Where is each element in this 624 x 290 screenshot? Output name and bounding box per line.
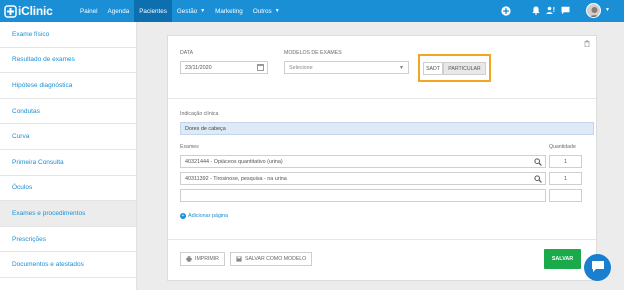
- sidebar-item-label: Hipótese diagnóstica: [12, 81, 73, 89]
- print-label: IMPRIMIR: [195, 256, 219, 262]
- nav-agenda[interactable]: Agenda: [103, 0, 135, 22]
- sidebar-item-label: Curva: [12, 133, 30, 141]
- toggle-sadt[interactable]: SADT: [423, 62, 443, 75]
- toggle-label: PARTICULAR: [448, 65, 481, 72]
- sidebar-item-label: Condutas: [12, 107, 40, 115]
- toggle-label: SADT: [426, 65, 440, 72]
- exam-input[interactable]: [180, 189, 546, 202]
- exam-request-card: DATA 23/11/2020 MODELOS DE EXAMES Seleci…: [167, 35, 597, 281]
- sidebar-item-oculos[interactable]: Óculos: [0, 176, 136, 202]
- user-alert-icon[interactable]: [545, 5, 556, 16]
- exam-input[interactable]: 40311392 - Tirosinose, pesquisa - na uri…: [180, 172, 546, 185]
- quantity-field[interactable]: 1: [549, 155, 582, 168]
- chevron-down-icon: ▼: [274, 8, 280, 14]
- add-circle-icon: +: [180, 213, 186, 219]
- logo[interactable]: iClinic: [4, 4, 53, 18]
- clinical-indication-field[interactable]: Dores de cabeça: [180, 122, 594, 135]
- logo-text: iClinic: [18, 4, 53, 18]
- chevron-down-icon[interactable]: ▼: [605, 7, 610, 13]
- quantity-field[interactable]: [549, 189, 582, 202]
- sidebar-item-documentos-e-atestados[interactable]: Documentos e atestados: [0, 252, 136, 278]
- save-button[interactable]: SALVAR: [544, 249, 581, 269]
- date-field[interactable]: 23/11/2020: [180, 61, 268, 74]
- exam-value: 40311392 - Tirosinose, pesquisa - na uri…: [185, 175, 287, 182]
- sidebar-item-primeira-consulta[interactable]: Primeira Consulta: [0, 150, 136, 176]
- sidebar-item-label: Exames e procedimentos: [12, 209, 86, 217]
- sidebar-item-prescricoes[interactable]: Prescrições: [0, 227, 136, 253]
- nav-label: Pacientes: [139, 7, 167, 15]
- toggle-particular[interactable]: PARTICULAR: [443, 62, 486, 75]
- exam-input[interactable]: 40321444 - Opiáceos quantitativo (urina): [180, 155, 546, 168]
- sidebar-item-label: Óculos: [12, 184, 33, 192]
- sidebar-item-curva[interactable]: Curva: [0, 124, 136, 150]
- search-icon[interactable]: [534, 175, 542, 183]
- save-as-model-label: SALVAR COMO MODELO: [245, 256, 307, 262]
- exams-label: Exames: [180, 144, 199, 150]
- quantity-label: Quantidade: [549, 144, 576, 150]
- quantity-value: 1: [564, 158, 567, 165]
- chat-icon[interactable]: [560, 5, 571, 16]
- logo-icon: [4, 4, 17, 18]
- sidebar-item-label: Prescrições: [12, 235, 46, 243]
- nav-label: Outros: [252, 7, 272, 15]
- sidebar-item-label: Documentos e atestados: [12, 261, 84, 269]
- add-page-label: Adicionar página: [188, 213, 229, 219]
- sidebar-item-label: Resultado de exames: [12, 56, 75, 64]
- nav-gestao[interactable]: Gestão ▼: [172, 0, 210, 22]
- nav-painel[interactable]: Painel: [75, 0, 103, 22]
- nav-label: Painel: [80, 7, 98, 15]
- add-icon[interactable]: [500, 5, 511, 16]
- date-value: 23/11/2020: [185, 64, 212, 71]
- sidebar-item-exame-fisico[interactable]: Exame físico: [0, 22, 136, 48]
- sidebar: Exame físico Resultado de exames Hipótes…: [0, 22, 137, 290]
- date-label: DATA: [180, 50, 194, 56]
- chevron-down-icon: ▼: [399, 65, 404, 71]
- sidebar-item-resultado-de-exames[interactable]: Resultado de exames: [0, 48, 136, 74]
- billing-type-toggle: SADT PARTICULAR: [418, 54, 491, 82]
- clinical-indication-label: Indicação clínica: [180, 111, 219, 117]
- search-icon[interactable]: [534, 158, 542, 166]
- nav-outros[interactable]: Outros ▼: [248, 0, 285, 22]
- exam-model-select[interactable]: Selecione ▼: [284, 61, 409, 74]
- avatar[interactable]: [586, 3, 601, 18]
- nav-label: Agenda: [107, 7, 130, 15]
- sidebar-item-exames-e-procedimentos[interactable]: Exames e procedimentos: [0, 201, 136, 227]
- save-label: SALVAR: [551, 256, 574, 262]
- trash-icon[interactable]: [584, 40, 590, 49]
- chevron-down-icon: ▼: [200, 8, 206, 14]
- divider: [168, 98, 596, 99]
- chat-bubble-icon: [591, 260, 605, 275]
- exam-value: 40321444 - Opiáceos quantitativo (urina): [185, 158, 283, 165]
- printer-icon: [186, 256, 192, 262]
- sidebar-item-hipotese-diagnostica[interactable]: Hipótese diagnóstica: [0, 73, 136, 99]
- sidebar-item-label: Primeira Consulta: [12, 158, 64, 166]
- save-as-model-button[interactable]: SALVAR COMO MODELO: [230, 252, 313, 266]
- nav-pacientes[interactable]: Pacientes: [134, 0, 172, 22]
- exam-model-value: Selecione: [289, 64, 313, 71]
- clinical-indication-value: Dores de cabeça: [185, 125, 226, 132]
- divider: [168, 239, 596, 240]
- add-page-link[interactable]: + Adicionar página: [180, 213, 228, 219]
- quantity-value: 1: [564, 175, 567, 182]
- sidebar-item-condutas[interactable]: Condutas: [0, 99, 136, 125]
- nav-marketing[interactable]: Marketing: [210, 0, 248, 22]
- quantity-field[interactable]: 1: [549, 172, 582, 185]
- top-nav-bar: iClinic Painel Agenda Pacientes Gestão ▼ …: [0, 0, 624, 22]
- nav-label: Gestão: [176, 7, 198, 15]
- save-icon: [236, 256, 242, 262]
- calendar-icon[interactable]: [257, 64, 264, 71]
- nav-label: Marketing: [215, 7, 243, 15]
- sidebar-item-label: Exame físico: [12, 30, 50, 38]
- exam-model-label: MODELOS DE EXAMES: [284, 50, 342, 56]
- print-button[interactable]: IMPRIMIR: [180, 252, 225, 266]
- support-chat-button[interactable]: [584, 254, 611, 281]
- main-nav: Painel Agenda Pacientes Gestão ▼ Marketin…: [75, 0, 285, 22]
- bell-icon[interactable]: [530, 5, 541, 16]
